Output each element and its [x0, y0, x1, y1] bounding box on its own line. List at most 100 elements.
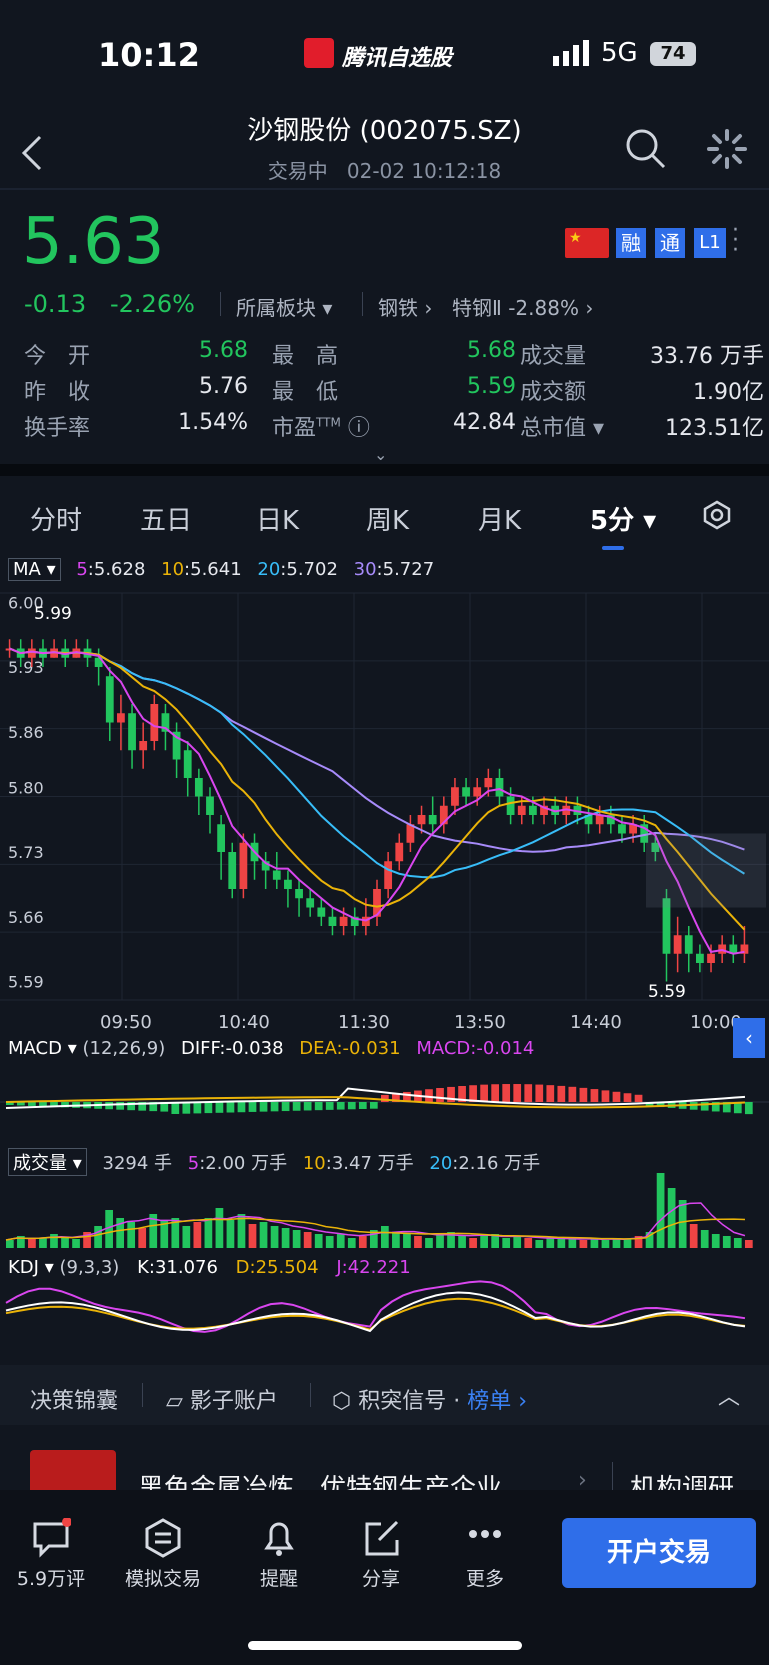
margin-badge[interactable]: 融: [616, 228, 646, 258]
volume-bar: [502, 1238, 511, 1248]
volume-bar: [678, 1200, 687, 1248]
y-tick: 5.80: [8, 778, 44, 797]
macd-bar: [634, 1094, 643, 1102]
volume-bar: [50, 1234, 58, 1248]
y-tick: 5.93: [8, 658, 44, 677]
price-change: -0.13: [24, 290, 87, 318]
volume-bar: [215, 1208, 224, 1248]
volume-bar: [524, 1238, 533, 1248]
ma-dropdown[interactable]: MA ▾: [8, 558, 61, 581]
candle-body: [105, 676, 114, 723]
settings-icon[interactable]: [702, 500, 732, 530]
volume-bar: [689, 1224, 698, 1248]
app-logo-icon: [304, 38, 334, 68]
macd-bar: [237, 1102, 246, 1113]
macd-bar: [303, 1102, 312, 1111]
signal-link[interactable]: ⬡ 积突信号 · 榜单 ›: [332, 1383, 527, 1415]
macd-bar: [502, 1084, 511, 1102]
macd-bar: [204, 1102, 213, 1114]
tab-monthly-k[interactable]: 月K: [478, 500, 521, 537]
macd-bar: [546, 1085, 555, 1102]
more-icon[interactable]: · · ·: [732, 220, 739, 262]
volume-chart: [5, 1173, 753, 1248]
search-icon[interactable]: [624, 127, 668, 171]
tab-five-day[interactable]: 五日: [140, 500, 192, 537]
nav-alert[interactable]: 提醒: [234, 1518, 324, 1591]
x-tick: 10:40: [218, 1012, 270, 1033]
candle-body: [417, 815, 426, 825]
macd-bar: [270, 1102, 279, 1112]
nav-sim-trade[interactable]: 模拟交易: [118, 1518, 208, 1591]
macd-bar: [491, 1084, 500, 1102]
volume-bar: [28, 1239, 36, 1248]
volume-bar: [358, 1236, 367, 1248]
volume-bar: [72, 1239, 80, 1248]
candle-body: [473, 787, 482, 797]
candle-body: [239, 842, 248, 889]
decision-kit-link[interactable]: 决策锦囊: [30, 1383, 118, 1415]
nav-share[interactable]: 分享: [336, 1518, 426, 1591]
macd-bar: [513, 1084, 522, 1102]
sub-industry-link[interactable]: 特钢Ⅱ -2.88% ›: [452, 292, 593, 321]
candle-body: [295, 889, 303, 899]
candlestick-chart[interactable]: 6.005.935.865.805.735.665.595.995.59: [0, 585, 769, 1035]
volume-bar: [458, 1236, 466, 1248]
macd-bar: [369, 1102, 378, 1109]
nav-comments[interactable]: 5.9万评: [6, 1518, 96, 1591]
volume-bar: [138, 1228, 147, 1248]
tab-timeshare[interactable]: 分时: [30, 500, 82, 537]
macd-bar: [590, 1089, 599, 1102]
company-banner[interactable]: 黑色金属冶炼、优特钢生产企业 › 机构调研: [0, 1430, 769, 1510]
macd-dropdown[interactable]: MACD ▾: [8, 1038, 77, 1059]
macd-bar: [568, 1086, 577, 1102]
level1-badge[interactable]: L1: [694, 228, 726, 258]
high-label: 5.99: [34, 604, 72, 624]
volume-bar: [61, 1237, 69, 1248]
macd-bar: [557, 1085, 566, 1102]
y-tick: 5.86: [8, 723, 44, 742]
candle-body: [618, 824, 626, 834]
sector-dropdown[interactable]: 所属板块 ▾: [236, 292, 332, 321]
candle-body: [328, 916, 337, 926]
candle-body: [517, 805, 526, 815]
collapse-panel-icon[interactable]: ‹: [733, 1018, 765, 1058]
volume-bar: [248, 1224, 257, 1248]
tab-weekly-k[interactable]: 周K: [366, 500, 409, 537]
market-cap-dropdown[interactable]: 总市值 ▾: [520, 410, 604, 442]
candle-body: [428, 815, 437, 825]
candle-body: [484, 778, 493, 788]
tools-strip: 决策锦囊 ▱ 影子账户 ⬡ 积突信号 · 榜单 › ︿: [0, 1365, 769, 1425]
shadow-account-link[interactable]: ▱ 影子账户: [166, 1383, 278, 1415]
volume-bar: [711, 1234, 720, 1248]
tab-5min[interactable]: 5分 ▾: [590, 500, 656, 537]
open-account-button[interactable]: 开户交易: [562, 1518, 756, 1588]
candle-body: [707, 953, 715, 963]
volume-bar: [204, 1218, 213, 1248]
volume-bar: [557, 1239, 566, 1248]
loading-icon[interactable]: [705, 127, 749, 171]
volume-bar: [336, 1234, 345, 1248]
price-change-pct: -2.26%: [110, 290, 195, 318]
volume-bar: [414, 1236, 422, 1248]
macd-bar: [116, 1102, 125, 1110]
connect-badge[interactable]: 通: [655, 228, 685, 258]
home-indicator[interactable]: [248, 1641, 522, 1650]
tab-daily-k[interactable]: 日K: [256, 500, 299, 537]
volume-bar: [303, 1232, 312, 1248]
volume-bar: [733, 1238, 742, 1248]
industry-link[interactable]: 钢铁 ›: [378, 292, 432, 321]
volume-bar: [325, 1236, 334, 1248]
kdj-dropdown[interactable]: KDJ ▾: [8, 1257, 54, 1278]
volume-bar: [601, 1240, 610, 1248]
candle-body: [506, 796, 515, 815]
volume-bar: [94, 1226, 102, 1248]
nav-more[interactable]: 更多: [440, 1518, 530, 1591]
volume-bar: [403, 1234, 411, 1248]
volume-bar: [535, 1240, 544, 1248]
candle-body: [194, 778, 203, 797]
expand-chevron-icon[interactable]: ⌄: [374, 445, 387, 464]
share-icon: [365, 1520, 399, 1556]
volume-bar: [39, 1238, 47, 1248]
k-line: [5, 1291, 746, 1333]
chevron-up-icon[interactable]: ︿: [718, 1379, 740, 1411]
